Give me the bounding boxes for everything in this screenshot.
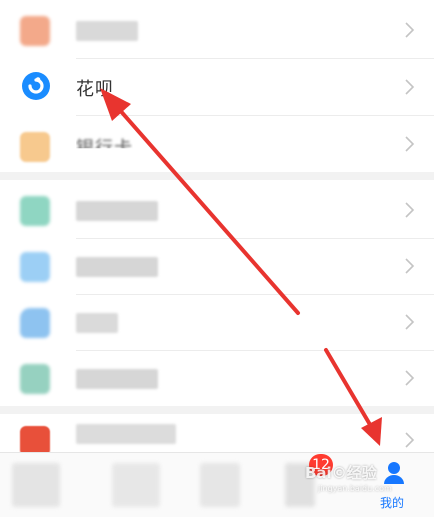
- list-item-blurred-5[interactable]: [0, 414, 434, 456]
- tab-second[interactable]: [112, 463, 160, 507]
- chevron-right-icon: [405, 432, 415, 448]
- tab-mine-label[interactable]: 我的: [380, 494, 404, 511]
- list-item-blurred-2[interactable]: [0, 238, 434, 294]
- list-item-huabei[interactable]: 花呗: [0, 59, 434, 115]
- tab-third[interactable]: [200, 463, 240, 507]
- blurred-label: [76, 313, 118, 333]
- list-item-blurred-top[interactable]: [0, 2, 434, 58]
- chevron-right-icon: [405, 314, 415, 330]
- chevron-right-icon: [405, 79, 415, 95]
- chevron-right-icon: [405, 202, 415, 218]
- list-item-bank-card[interactable]: 银行卡: [0, 116, 434, 166]
- extra-group: [0, 414, 434, 456]
- huabei-label: 花呗: [76, 79, 114, 100]
- tab-home[interactable]: [12, 463, 60, 507]
- mine-page: 花呗 银行卡 12 我的 Bai©经验 jingyan.baidu.com: [0, 0, 434, 517]
- list-item-blurred-1[interactable]: [0, 182, 434, 238]
- blurred-label: [76, 21, 138, 41]
- bank-card-label: 银行卡: [76, 138, 133, 159]
- chevron-right-icon: [405, 258, 415, 274]
- list-item-blurred-4[interactable]: [0, 350, 434, 406]
- list-item-blurred-3[interactable]: [0, 294, 434, 350]
- blurred-icon: [20, 252, 50, 282]
- blurred-label: [76, 257, 158, 277]
- watermark-url: jingyan.baidu.com: [318, 484, 392, 493]
- chevron-right-icon: [405, 370, 415, 386]
- chevron-right-icon: [405, 136, 415, 152]
- blurred-icon: [20, 196, 50, 226]
- person-icon[interactable]: [383, 461, 405, 485]
- chevron-right-icon: [405, 22, 415, 38]
- wallet-group: 花呗 银行卡: [0, 0, 434, 172]
- services-group: [0, 180, 434, 406]
- blurred-icon: [20, 132, 50, 162]
- watermark: Bai©经验: [305, 464, 377, 482]
- blurred-icon: [20, 364, 50, 394]
- huabei-icon: [22, 72, 50, 100]
- blurred-label: [76, 201, 158, 221]
- blurred-icon: [20, 16, 50, 46]
- blurred-label: [76, 424, 176, 444]
- blurred-label: [76, 369, 158, 389]
- blurred-icon: [20, 308, 50, 338]
